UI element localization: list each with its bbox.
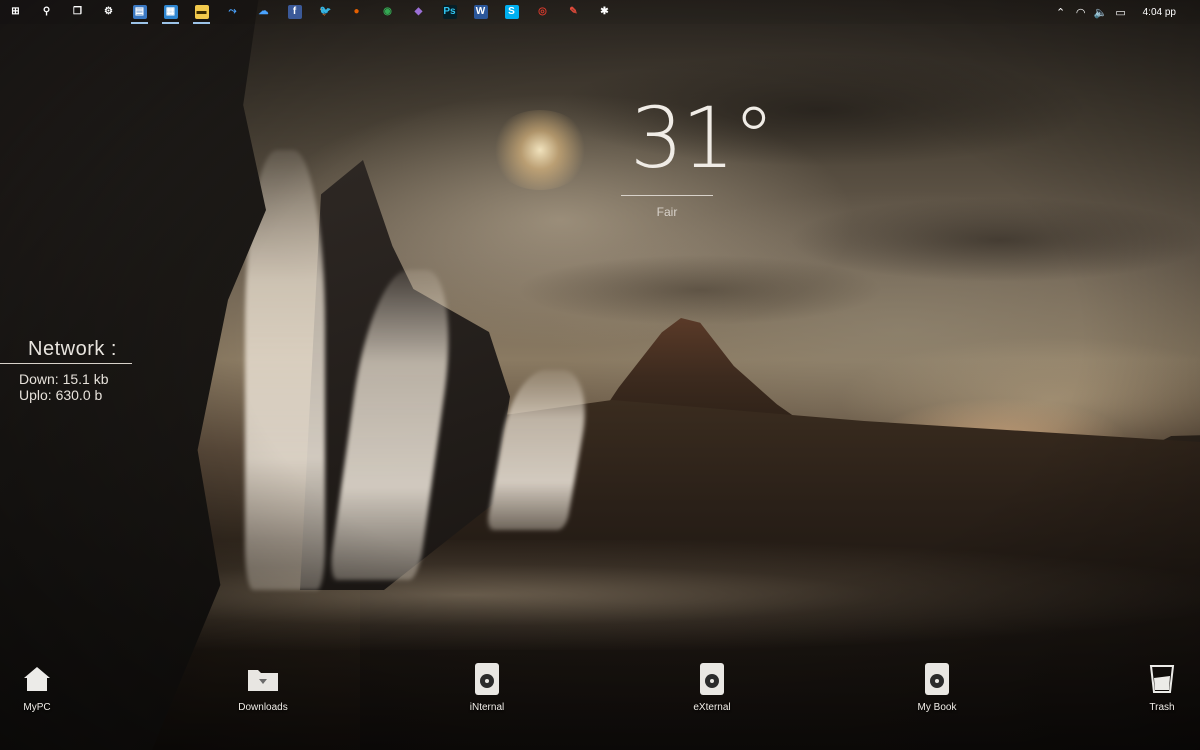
twitter-icon: 🐦 [319, 6, 332, 17]
hard-drive-icon [475, 663, 499, 695]
bug-app-icon: ✱ [600, 6, 609, 17]
desktop-icon-label: eXternal [693, 702, 731, 713]
red-tool-icon: ✎ [569, 6, 578, 17]
firefox-icon: ● [353, 6, 360, 17]
taskbar-button-file-manager[interactable]: ▤ [124, 0, 155, 24]
desktop-wallpaper [0, 0, 1200, 750]
desktop-icon-label: iNternal [469, 702, 505, 713]
taskbar-button-red-tool[interactable]: ✎ [558, 0, 589, 24]
taskbar-button-facebook[interactable]: f [279, 0, 310, 24]
taskbar-button-visual-studio[interactable]: ◆ [403, 0, 434, 24]
settings-gear-icon: ⚙ [104, 6, 113, 17]
red-app-icon: ◎ [538, 6, 547, 17]
hard-drive-icon [925, 663, 949, 695]
trash-icon [1149, 665, 1175, 693]
control-panel-icon: ▦ [163, 5, 178, 19]
desktop-icon-trash[interactable]: Trash [1117, 660, 1200, 713]
taskbar-button-task-view[interactable]: ❐ [62, 0, 93, 24]
weather-divider [621, 195, 713, 196]
network-divider [0, 363, 132, 364]
folder-icon [248, 670, 278, 691]
network-download-speed: Down: 15.1 kb [19, 371, 109, 387]
photoshop-icon: Ps [442, 5, 457, 19]
taskbar-button-start-windows[interactable]: ⊞ [0, 0, 31, 24]
action-center-icon[interactable]: ▭ [1111, 0, 1131, 24]
taskbar-button-red-app[interactable]: ◎ [527, 0, 558, 24]
desktop-icon-mypc[interactable]: MyPC [0, 660, 82, 713]
desktop-icon-label: Downloads [238, 702, 288, 713]
app-icon: ⤳ [228, 6, 237, 17]
facebook-icon: f [287, 5, 302, 19]
system-tray: ⌃ ◠ 🔈 ▭ 4:04 pp [1051, 0, 1200, 24]
skype-icon: S [504, 5, 519, 19]
network-title: Network : [28, 338, 117, 360]
taskbar-button-app[interactable]: ⤳ [217, 0, 248, 24]
taskbar-button-onedrive-cloud[interactable]: ☁ [248, 0, 279, 24]
taskbar-button-firefox[interactable]: ● [341, 0, 372, 24]
search-icon: ⚲ [42, 6, 51, 17]
taskbar-pinned-apps: ⊞ ⚲ ❐ ⚙ ▤ ▦ ▬ ⤳ ☁ f 🐦 ● ◉ ◆ Ps W S ◎ ✎ ✱ [0, 0, 620, 24]
taskbar-button-twitter[interactable]: 🐦 [310, 0, 341, 24]
desktop-icon-label: My Book [917, 702, 957, 713]
weather-temperature: 31° [630, 89, 775, 187]
taskbar-button-file-explorer-folder[interactable]: ▬ [186, 0, 217, 24]
desktop-icon-external[interactable]: eXternal [667, 660, 757, 713]
onedrive-cloud-icon: ☁ [258, 6, 269, 17]
taskbar-button-search[interactable]: ⚲ [31, 0, 62, 24]
word-icon: W [473, 5, 488, 19]
weather-condition: Fair [656, 205, 678, 219]
desktop-icon-my-book[interactable]: My Book [892, 660, 982, 713]
hard-drive-icon [700, 663, 724, 695]
taskbar-button-settings-gear[interactable]: ⚙ [93, 0, 124, 24]
show-hidden-icons-chevron-icon[interactable]: ⌃ [1051, 0, 1071, 24]
wifi-icon[interactable]: ◠ [1071, 0, 1091, 24]
taskbar-button-photoshop[interactable]: Ps [434, 0, 465, 24]
vignette [0, 0, 1200, 750]
taskbar-button-bug-app[interactable]: ✱ [589, 0, 620, 24]
task-view-icon: ❐ [73, 6, 82, 17]
file-manager-icon: ▤ [132, 5, 147, 19]
house-icon [24, 667, 50, 691]
desktop-icon-downloads[interactable]: Downloads [218, 660, 308, 713]
visual-studio-icon: ◆ [414, 6, 423, 17]
network-upload-speed: Uplo: 630.0 b [19, 387, 103, 403]
taskbar: ⊞ ⚲ ❐ ⚙ ▤ ▦ ▬ ⤳ ☁ f 🐦 ● ◉ ◆ Ps W S ◎ ✎ ✱ ⌃ ◠ 🔈 ▭ 4:04 pp [0, 0, 1200, 24]
taskbar-button-word[interactable]: W [465, 0, 496, 24]
desktop-icon-internal[interactable]: iNternal [442, 660, 532, 713]
desktop-icon-label: MyPC [23, 702, 51, 713]
taskbar-clock[interactable]: 4:04 pp [1131, 7, 1182, 18]
desktop-icon-label: Trash [1149, 702, 1175, 713]
chrome-icon: ◉ [383, 6, 392, 17]
start-windows-icon: ⊞ [11, 6, 20, 17]
taskbar-button-control-panel[interactable]: ▦ [155, 0, 186, 24]
file-explorer-folder-icon: ▬ [194, 5, 209, 19]
volume-icon[interactable]: 🔈 [1091, 0, 1111, 24]
taskbar-button-chrome[interactable]: ◉ [372, 0, 403, 24]
taskbar-button-skype[interactable]: S [496, 0, 527, 24]
